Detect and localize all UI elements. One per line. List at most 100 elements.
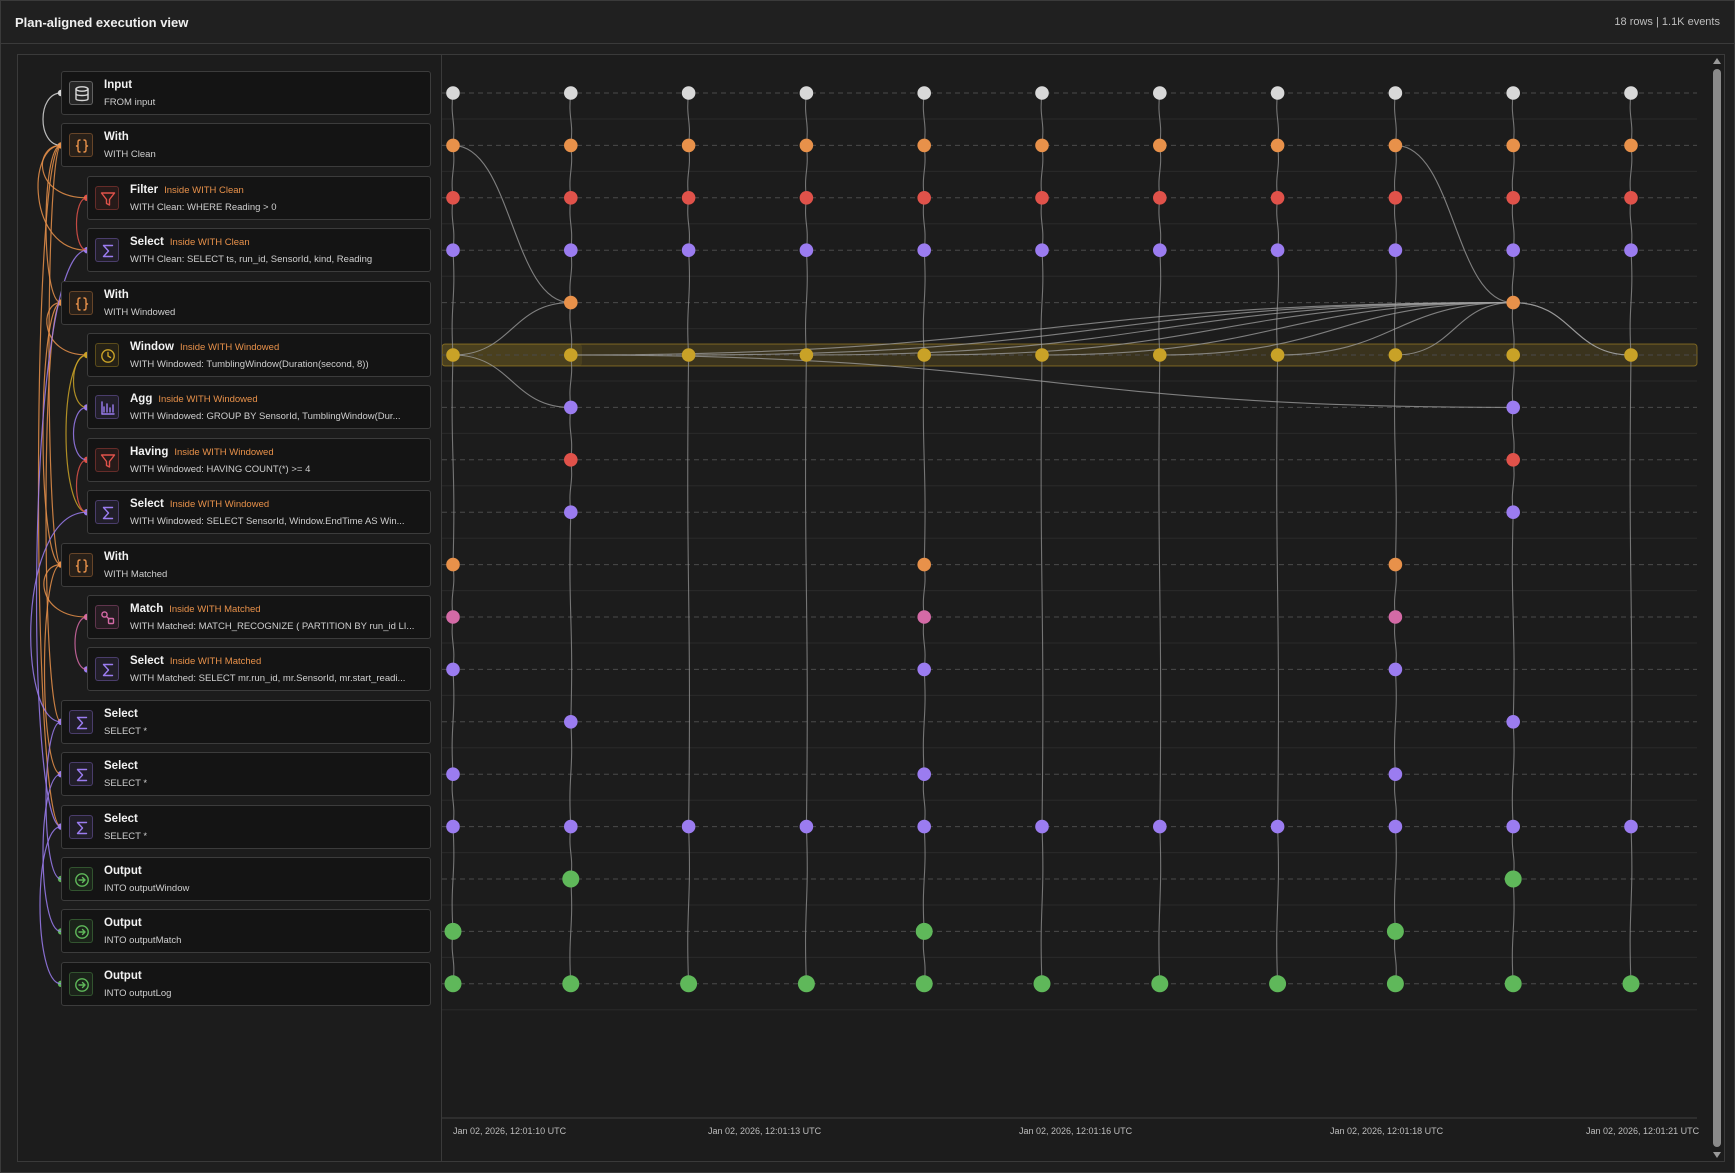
event-dot[interactable] [797, 975, 815, 993]
event-dot[interactable] [564, 138, 578, 153]
event-dot[interactable] [564, 86, 578, 100]
event-dot[interactable] [1624, 819, 1638, 834]
event-dot[interactable] [446, 767, 460, 781]
plan-node-select[interactable]: Select SELECT * [61, 699, 431, 744]
event-dot[interactable] [1506, 400, 1520, 415]
event-dot[interactable] [1622, 975, 1640, 993]
event-dot[interactable] [917, 662, 931, 677]
event-dot[interactable] [799, 86, 814, 100]
event-dot[interactable] [1270, 819, 1285, 834]
event-dot[interactable] [681, 191, 696, 205]
event-dot[interactable] [1153, 86, 1167, 100]
event-dot[interactable] [917, 557, 931, 572]
event-dot[interactable] [1388, 819, 1403, 834]
event-dot[interactable] [1035, 138, 1049, 153]
plan-node-with[interactable]: With WITH Windowed [61, 280, 431, 325]
plan-node-window[interactable]: Window Inside WITH Windowed WITH Windowed… [87, 333, 431, 377]
event-dot[interactable] [1506, 348, 1520, 362]
vertical-scrollbar[interactable] [1710, 55, 1724, 1161]
event-dot[interactable] [681, 819, 696, 834]
event-dot[interactable] [681, 86, 696, 100]
event-dot[interactable] [1035, 243, 1049, 257]
event-dot[interactable] [446, 819, 460, 834]
event-dot[interactable] [1506, 295, 1520, 310]
plan-node-input[interactable]: Input FROM input [61, 71, 431, 115]
event-dot[interactable] [564, 715, 578, 729]
event-dot[interactable] [564, 505, 578, 519]
event-dot[interactable] [1270, 86, 1285, 100]
event-dot[interactable] [1153, 191, 1167, 205]
event-dot[interactable] [1035, 86, 1049, 100]
event-dot[interactable] [1153, 348, 1167, 362]
plan-node-agg[interactable]: Agg Inside WITH Windowed WITH Windowed: G… [87, 385, 431, 430]
plan-node-output[interactable]: Output INTO outputLog [61, 961, 431, 1006]
event-dot[interactable] [444, 975, 462, 993]
event-dot[interactable] [564, 243, 578, 257]
plan-node-with[interactable]: With WITH Clean [61, 123, 431, 168]
scroll-up-icon[interactable] [1712, 56, 1722, 66]
event-dot[interactable] [1035, 191, 1049, 205]
event-dot[interactable] [917, 86, 931, 100]
event-dot[interactable] [1270, 348, 1285, 362]
event-dot[interactable] [1153, 243, 1167, 257]
event-dot[interactable] [446, 348, 460, 362]
event-dot[interactable] [681, 243, 696, 257]
event-dot[interactable] [1388, 138, 1403, 153]
event-dot[interactable] [1388, 557, 1403, 572]
event-dot[interactable] [681, 348, 696, 362]
event-dot[interactable] [680, 975, 698, 993]
event-dot[interactable] [1506, 715, 1520, 729]
plan-node-match[interactable]: Match Inside WITH Matched WITH Matched: M… [87, 595, 431, 639]
event-dot[interactable] [799, 348, 814, 362]
event-dot[interactable] [917, 243, 931, 257]
event-dot[interactable] [564, 191, 578, 205]
plan-node-select[interactable]: Select SELECT * [61, 804, 431, 849]
event-dot[interactable] [1506, 505, 1520, 519]
event-dot[interactable] [1506, 819, 1520, 834]
event-dot[interactable] [446, 662, 460, 677]
event-dot[interactable] [1388, 191, 1403, 205]
event-dot[interactable] [1270, 191, 1285, 205]
event-dot[interactable] [915, 975, 933, 993]
event-dot[interactable] [915, 922, 933, 940]
event-dot[interactable] [1506, 138, 1520, 153]
event-dot[interactable] [799, 138, 814, 153]
event-dot[interactable] [1506, 453, 1520, 467]
timeline-pane[interactable]: Jan 02, 2026, 12:01:10 UTC Jan 02, 2026, … [442, 55, 1724, 1161]
event-dot[interactable] [1624, 243, 1638, 257]
event-dot[interactable] [799, 243, 814, 257]
event-dot[interactable] [1388, 610, 1403, 624]
scroll-down-icon[interactable] [1712, 1150, 1722, 1160]
event-dot[interactable] [1033, 975, 1051, 993]
event-dot[interactable] [1388, 86, 1403, 100]
event-dot[interactable] [1624, 348, 1638, 362]
event-dot[interactable] [1506, 191, 1520, 205]
event-dot[interactable] [917, 348, 931, 362]
plan-node-select[interactable]: Select Inside WITH Clean WITH Clean: SELE… [87, 228, 431, 273]
event-dot[interactable] [446, 86, 460, 100]
event-dot[interactable] [1624, 86, 1638, 100]
plan-node-select[interactable]: Select SELECT * [61, 752, 431, 797]
event-dot[interactable] [562, 975, 580, 993]
scroll-thumb[interactable] [1713, 69, 1721, 1147]
plan-node-with[interactable]: With WITH Matched [61, 542, 431, 587]
event-dot[interactable] [917, 819, 931, 834]
event-dot[interactable] [1035, 348, 1049, 362]
event-dot[interactable] [564, 348, 578, 362]
event-dot[interactable] [446, 243, 460, 257]
event-dot[interactable] [564, 453, 578, 467]
event-dot[interactable] [1153, 138, 1167, 153]
event-dot[interactable] [1506, 86, 1520, 100]
event-dot[interactable] [1269, 975, 1287, 993]
event-dot[interactable] [1504, 975, 1522, 993]
event-dot[interactable] [917, 767, 931, 781]
event-dot[interactable] [1151, 975, 1169, 993]
event-dot[interactable] [446, 610, 460, 624]
event-dot[interactable] [681, 138, 696, 153]
event-dot[interactable] [1386, 975, 1404, 993]
event-dot[interactable] [917, 191, 931, 205]
event-dot[interactable] [1388, 767, 1403, 781]
event-dot[interactable] [446, 557, 460, 572]
event-dot[interactable] [562, 870, 580, 888]
event-dot[interactable] [446, 138, 460, 153]
